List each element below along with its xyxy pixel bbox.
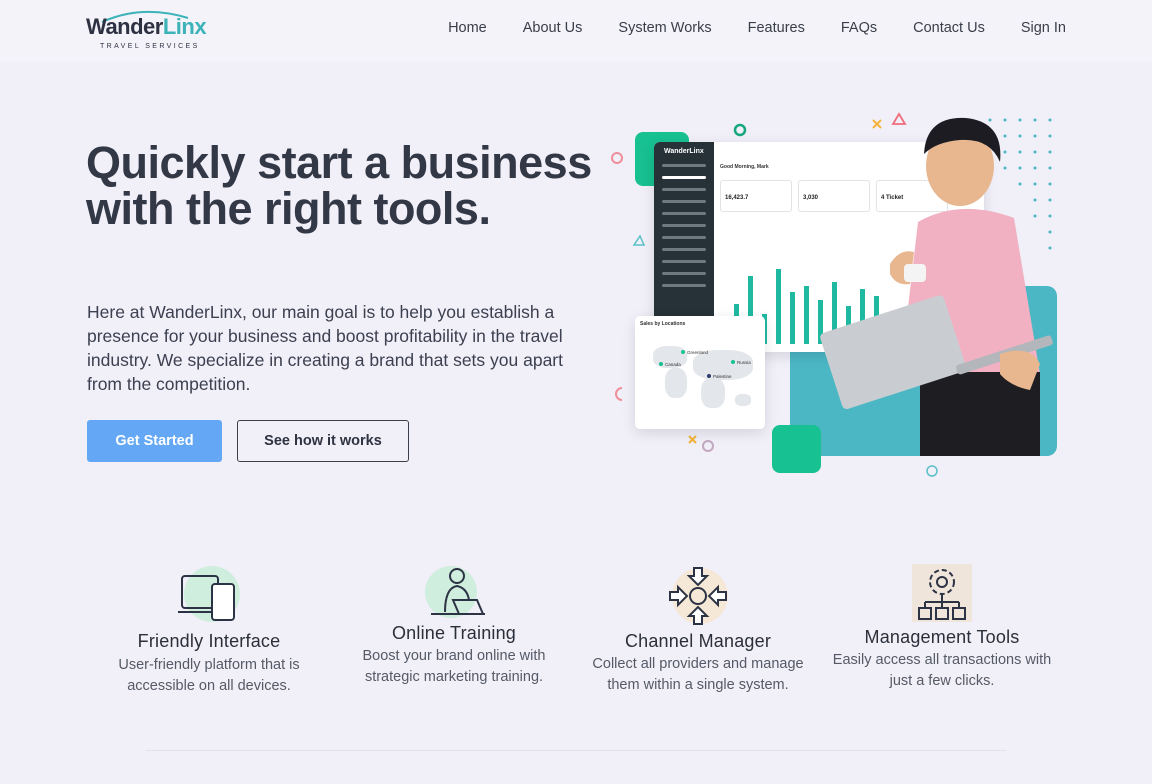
person-with-laptop-image	[820, 117, 1053, 456]
map-label: Greenland	[687, 350, 709, 355]
brand-logo[interactable]: WanderLinx TRAVEL SERVICES	[86, 6, 210, 54]
section-divider	[146, 750, 1006, 751]
get-started-button[interactable]: Get Started	[87, 420, 222, 462]
feature-description: Easily access all transactions with just…	[832, 652, 1052, 689]
feature-friendly-interface: Friendly Interface User-friendly platfor…	[94, 564, 324, 697]
feature-management-tools: Management Tools Easily access all trans…	[827, 564, 1057, 692]
nav-sign-in[interactable]: Sign In	[1021, 20, 1066, 36]
dashboard-logo: WanderLinx	[664, 148, 704, 155]
feature-title: Online Training	[391, 623, 517, 643]
feature-description: Boost your brand online with strategic m…	[362, 648, 546, 685]
sales-map-card: Sales by Locations Greenland Canada Russ…	[635, 316, 765, 429]
nav-home[interactable]: Home	[448, 20, 487, 36]
map-title: Sales by Locations	[640, 321, 686, 327]
nav-contact-us[interactable]: Contact Us	[913, 20, 985, 36]
nav-system-works[interactable]: System Works	[618, 20, 711, 36]
gear-network-icon	[912, 564, 972, 622]
main-menu: Home About Us System Works Features FAQs…	[412, 20, 1066, 36]
nav-features[interactable]: Features	[748, 20, 805, 36]
map-label: Palestine	[713, 374, 732, 379]
channel-arrows-icon	[669, 567, 728, 625]
feature-channel-manager: Channel Manager Collect all providers an…	[583, 564, 813, 696]
brand-name-part1: Wander	[86, 14, 163, 39]
brand-wordmark: WanderLinx	[86, 14, 207, 40]
map-label: Russia	[737, 360, 751, 365]
top-navbar: WanderLinx TRAVEL SERVICES Home About Us…	[0, 0, 1152, 62]
nav-about-us[interactable]: About Us	[523, 20, 583, 36]
hero-illustration: WanderLinx Good Morning, Mark 16,423.7 3…	[600, 100, 1070, 490]
see-how-it-works-button[interactable]: See how it works	[237, 420, 409, 462]
feature-description: Collect all providers and manage them wi…	[592, 656, 804, 693]
dashboard-greeting: Good Morning, Mark	[720, 164, 769, 170]
brand-name-part2: Linx	[162, 14, 207, 39]
devices-icon	[178, 566, 240, 622]
hero-description: Here at WanderLinx, our main goal is to …	[87, 302, 563, 394]
feature-title: Channel Manager	[624, 631, 772, 651]
nav-faqs[interactable]: FAQs	[841, 20, 877, 36]
card-value: 16,423.7	[725, 195, 749, 201]
feature-title: Management Tools	[864, 627, 1020, 647]
laptop-user-icon	[425, 566, 485, 618]
feature-online-training: Online Training Boost your brand online …	[339, 564, 569, 688]
dashboard-card: 16,423.7	[720, 180, 792, 212]
feature-title: Friendly Interface	[137, 631, 281, 651]
hero-title: Quickly start a business with the right …	[86, 137, 592, 234]
map-label: Canada	[665, 362, 681, 367]
brand-tagline: TRAVEL SERVICES	[100, 43, 200, 50]
feature-description: User-friendly platform that is accessibl…	[118, 657, 300, 694]
